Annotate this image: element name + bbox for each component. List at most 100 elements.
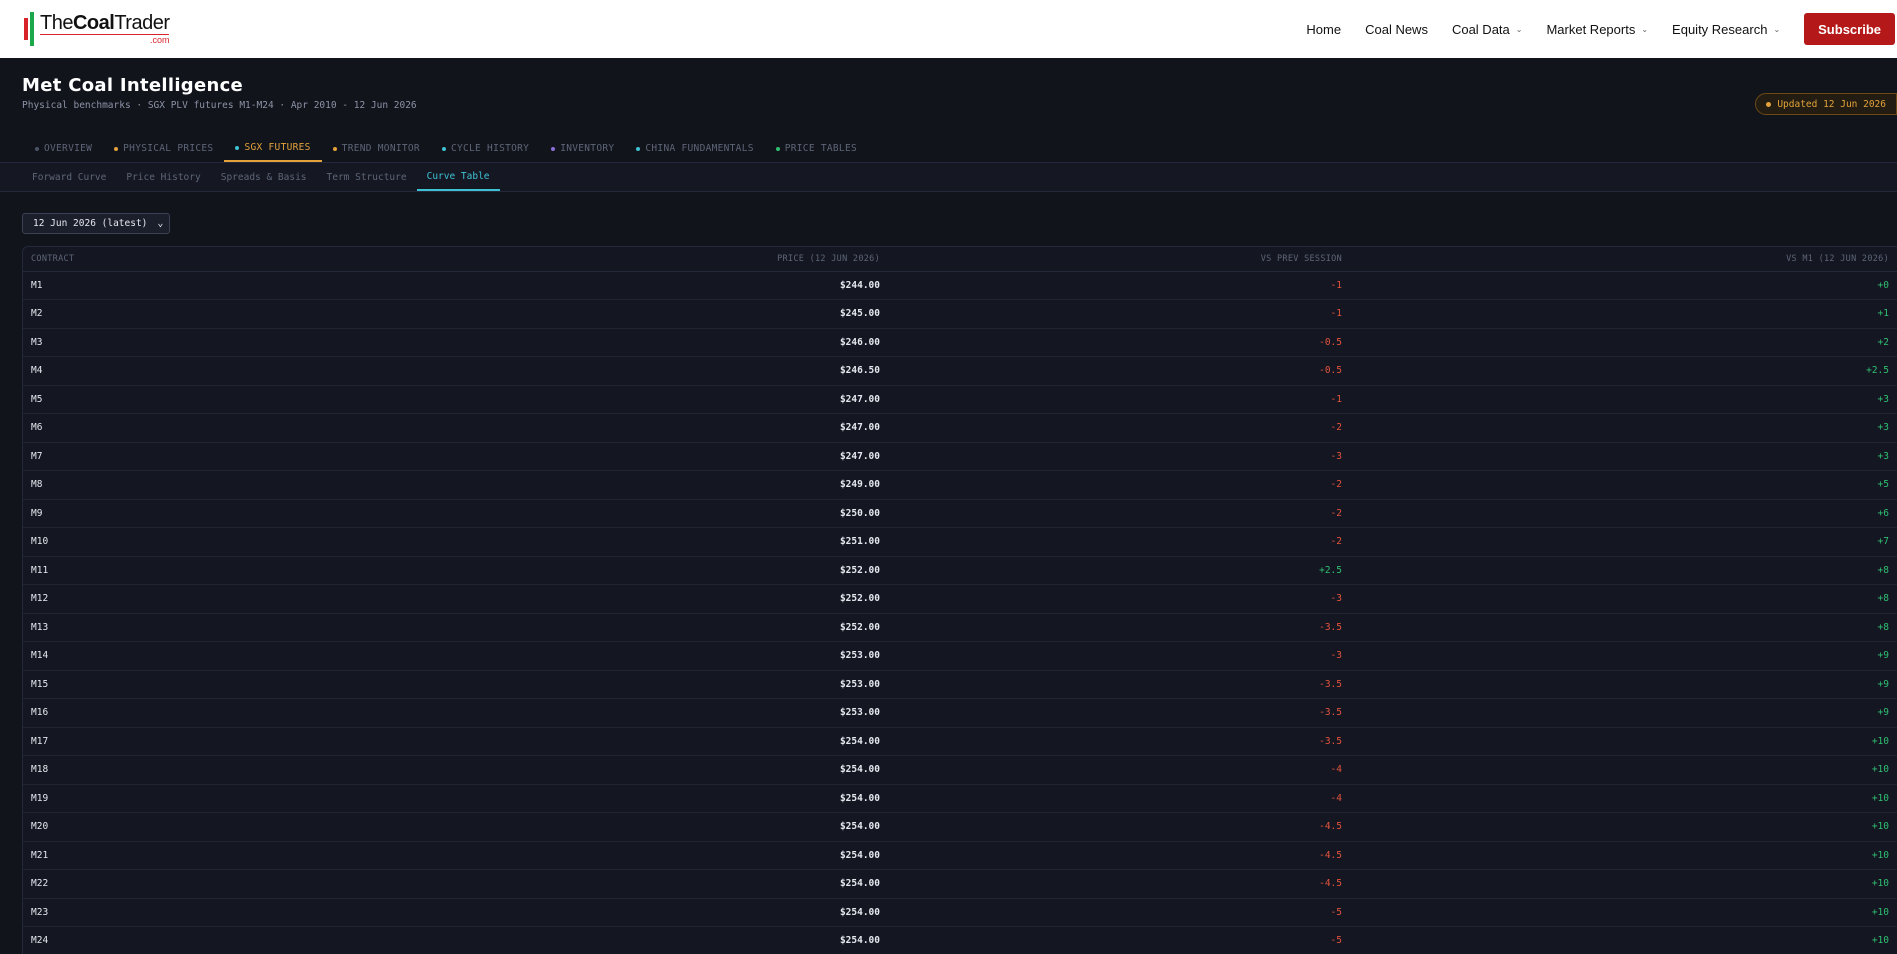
subtab-forward-curve[interactable]: Forward Curve: [22, 163, 116, 191]
vs-prev-cell: -2: [888, 470, 1350, 500]
tab-dot-icon: [636, 146, 641, 151]
contract-cell: M24: [23, 926, 143, 954]
vs-m1-cell: +5: [1350, 470, 1897, 500]
page-title: Met Coal Intelligence: [22, 75, 244, 96]
date-select[interactable]: 12 Jun 2026 (latest) ⌄: [22, 213, 171, 234]
subtab-spreads-basis[interactable]: Spreads & Basis: [211, 163, 317, 191]
tab-cycle-history[interactable]: CYCLE HISTORY: [431, 135, 540, 162]
vs-prev-cell: -2: [888, 499, 1350, 528]
contract-cell: M22: [23, 869, 143, 899]
col-header-vs-prev[interactable]: VS PREV SESSION: [888, 247, 1350, 272]
contract-cell: M4: [23, 356, 143, 386]
contract-cell: M1: [23, 271, 143, 300]
tab-dot-icon: [441, 146, 446, 151]
vs-m1-cell: +9: [1350, 641, 1897, 671]
table-row: M23 $254.00 -5 +10: [23, 898, 1897, 927]
contract-cell: M14: [23, 641, 143, 671]
col-header-vs-m1[interactable]: VS M1 (12 JUN 2026): [1350, 247, 1897, 272]
price-cell: $252.00: [143, 556, 888, 585]
vs-prev-cell: -5: [888, 926, 1350, 954]
tab-dot-icon: [551, 146, 556, 151]
vs-prev-cell: -4.5: [888, 869, 1350, 899]
updated-badge: Updated 12 Jun 2026: [1755, 93, 1897, 115]
tab-dot-icon: [332, 146, 337, 151]
nav-link-coal-data[interactable]: Coal Data ⌄: [1452, 22, 1523, 37]
sub-tabs: Forward Curve Price History Spreads & Basi…: [0, 163, 1897, 192]
contract-cell: M13: [23, 613, 143, 642]
contract-cell: M21: [23, 841, 143, 870]
vs-m1-cell: +8: [1350, 556, 1897, 585]
vs-prev-cell: -5: [888, 898, 1350, 927]
col-header-contract[interactable]: CONTRACT: [23, 247, 143, 272]
vs-m1-cell: +1: [1350, 299, 1897, 329]
vs-prev-cell: -2: [888, 413, 1350, 443]
curve-table: CONTRACT PRICE (12 JUN 2026) VS PREV SES…: [22, 246, 1897, 954]
vs-m1-cell: +8: [1350, 584, 1897, 614]
tab-china-fundamentals[interactable]: CHINA FUNDAMENTALS: [625, 135, 764, 162]
vs-prev-cell: -3.5: [888, 613, 1350, 642]
table-row: M9 $250.00 -2 +6: [23, 499, 1897, 528]
vs-m1-cell: +7: [1350, 527, 1897, 557]
table-row: M11 $252.00 +2.5 +8: [23, 556, 1897, 585]
subtab-curve-table[interactable]: Curve Table: [416, 163, 500, 191]
price-cell: $251.00: [143, 527, 888, 557]
table-row: M2 $245.00 -1 +1: [23, 299, 1897, 329]
nav-link-equity-research[interactable]: Equity Research ⌄: [1672, 22, 1780, 37]
contract-cell: M12: [23, 584, 143, 614]
vs-m1-cell: +10: [1350, 812, 1897, 842]
site-logo[interactable]: TheCoalTrader .com: [22, 12, 170, 46]
vs-prev-cell: -4: [888, 784, 1350, 813]
col-header-price[interactable]: PRICE (12 JUN 2026): [143, 247, 888, 272]
chevron-down-icon: ⌄: [1515, 24, 1523, 34]
vs-m1-cell: +3: [1350, 385, 1897, 414]
vs-m1-cell: +9: [1350, 698, 1897, 728]
price-cell: $253.00: [143, 670, 888, 699]
tab-price-tables[interactable]: PRICE TABLES: [765, 135, 868, 162]
price-cell: $254.00: [143, 869, 888, 899]
vs-m1-cell: +3: [1350, 413, 1897, 443]
tab-sgx-futures[interactable]: SGX FUTURES: [224, 135, 322, 162]
vs-m1-cell: +10: [1350, 784, 1897, 813]
tab-overview[interactable]: OVERVIEW: [24, 135, 103, 162]
nav-link-coal-news[interactable]: Coal News: [1365, 22, 1428, 37]
vs-prev-cell: -4.5: [888, 812, 1350, 842]
vs-prev-cell: -0.5: [888, 328, 1350, 357]
contract-cell: M7: [23, 442, 143, 471]
vs-m1-cell: +9: [1350, 670, 1897, 699]
table-row: M6 $247.00 -2 +3: [23, 413, 1897, 443]
contract-cell: M19: [23, 784, 143, 813]
price-cell: $246.50: [143, 356, 888, 386]
tab-trend-monitor[interactable]: TREND MONITOR: [322, 135, 431, 162]
subtab-price-history[interactable]: Price History: [116, 163, 210, 191]
tab-inventory[interactable]: INVENTORY: [540, 135, 625, 162]
contract-cell: M5: [23, 385, 143, 414]
vs-prev-cell: -0.5: [888, 356, 1350, 386]
table-row: M17 $254.00 -3.5 +10: [23, 727, 1897, 756]
table-row: M18 $254.00 -4 +10: [23, 755, 1897, 785]
vs-prev-cell: +2.5: [888, 556, 1350, 585]
vs-prev-cell: -3.5: [888, 670, 1350, 699]
vs-m1-cell: +10: [1350, 841, 1897, 870]
table-row: M12 $252.00 -3 +8: [23, 584, 1897, 614]
tab-physical-prices[interactable]: PHYSICAL PRICES: [103, 135, 224, 162]
vs-prev-cell: -3.5: [888, 727, 1350, 756]
price-cell: $250.00: [143, 499, 888, 528]
table-row: M15 $253.00 -3.5 +9: [23, 670, 1897, 699]
table-row: M7 $247.00 -3 +3: [23, 442, 1897, 471]
subscribe-button[interactable]: Subscribe: [1804, 13, 1895, 45]
chevron-down-icon: ⌄: [1773, 24, 1781, 34]
table-row: M21 $254.00 -4.5 +10: [23, 841, 1897, 870]
main-tabs: OVERVIEW PHYSICAL PRICES SGX FUTURES TREND …: [0, 135, 1897, 163]
table-row: M14 $253.00 -3 +9: [23, 641, 1897, 671]
nav-link-market-reports[interactable]: Market Reports ⌄: [1546, 22, 1648, 37]
subtab-term-structure[interactable]: Term Structure: [317, 163, 417, 191]
nav-link-home[interactable]: Home: [1306, 22, 1341, 37]
vs-m1-cell: +10: [1350, 926, 1897, 954]
table-row: M8 $249.00 -2 +5: [23, 470, 1897, 500]
contract-cell: M8: [23, 470, 143, 500]
table-row: M10 $251.00 -2 +7: [23, 527, 1897, 557]
price-cell: $254.00: [143, 755, 888, 785]
vs-m1-cell: +2: [1350, 328, 1897, 357]
contract-cell: M11: [23, 556, 143, 585]
vs-m1-cell: +10: [1350, 727, 1897, 756]
